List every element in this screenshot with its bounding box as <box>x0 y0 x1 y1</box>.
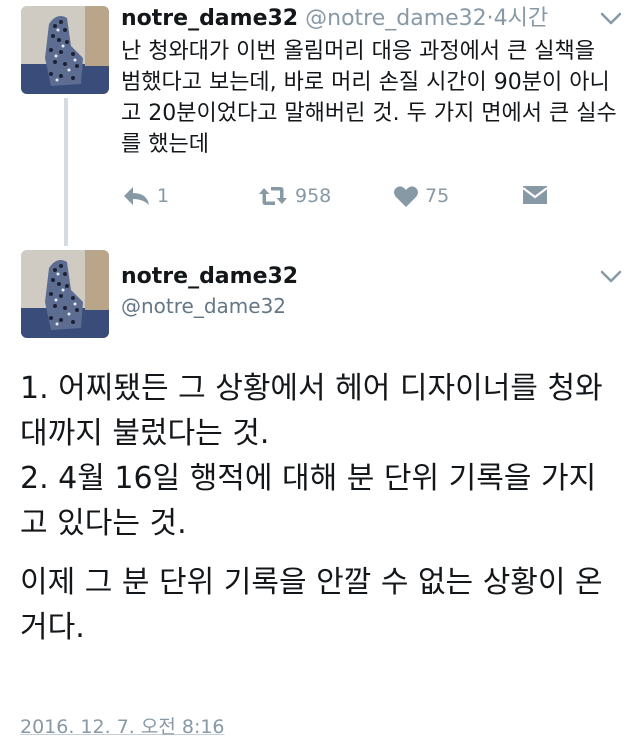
avatar-image <box>21 6 109 94</box>
tweet2-username[interactable]: notre_dame32 <box>121 264 298 289</box>
chevron-down-icon[interactable] <box>600 270 622 284</box>
tweet1-text: 난 청와대가 이번 올림머리 대응 과정에서 큰 실책을 범했다고 보는데, 바… <box>121 39 617 157</box>
avatar[interactable] <box>21 250 109 338</box>
thread-line <box>64 98 68 246</box>
tweet1-time[interactable]: 4시간 <box>494 6 548 31</box>
tweet2-text: 1. 어찌됐든 그 상황에서 헤어 디자이너를 청와대까지 불렀다는 것. 2.… <box>20 366 620 650</box>
tweet1-username[interactable]: notre_dame32 <box>121 6 298 31</box>
retweet-icon <box>259 187 287 205</box>
chevron-down-icon[interactable] <box>600 12 622 26</box>
tweet2-handle[interactable]: @notre_dame32 <box>121 294 286 318</box>
tweet1-separator: · <box>486 6 494 31</box>
tweet2-conclusion: 이제 그 분 단위 기록을 안깔 수 없는 상황이 온거다. <box>20 565 603 645</box>
retweet-button[interactable]: 958 <box>257 184 331 208</box>
tweet1-handle[interactable]: @notre_dame32 <box>305 6 487 31</box>
tweet1-actions: 1 958 75 <box>121 184 591 214</box>
retweet-count: 958 <box>295 185 332 207</box>
reply-count: 1 <box>157 185 170 207</box>
reply-button[interactable]: 1 <box>121 184 169 208</box>
avatar[interactable] <box>21 6 109 94</box>
reply-icon <box>124 187 149 205</box>
like-count: 75 <box>425 185 450 207</box>
message-icon <box>522 186 548 204</box>
like-button[interactable]: 75 <box>393 184 449 208</box>
tweet2-point2: 2. 4월 16일 행적에 대해 분 단위 기록을 가지고 있다는 것. <box>20 461 597 541</box>
tweet1-header: notre_dame32 @notre_dame32·4시간 <box>121 4 548 34</box>
avatar-image <box>21 250 109 338</box>
heart-icon <box>394 186 418 207</box>
tweet2-point1: 1. 어찌됐든 그 상황에서 헤어 디자이너를 청와대까지 불렀다는 것. <box>20 371 603 451</box>
message-button[interactable] <box>521 184 549 206</box>
tweet2-timestamp[interactable]: 2016. 12. 7. 오전 8:16 <box>20 712 225 739</box>
